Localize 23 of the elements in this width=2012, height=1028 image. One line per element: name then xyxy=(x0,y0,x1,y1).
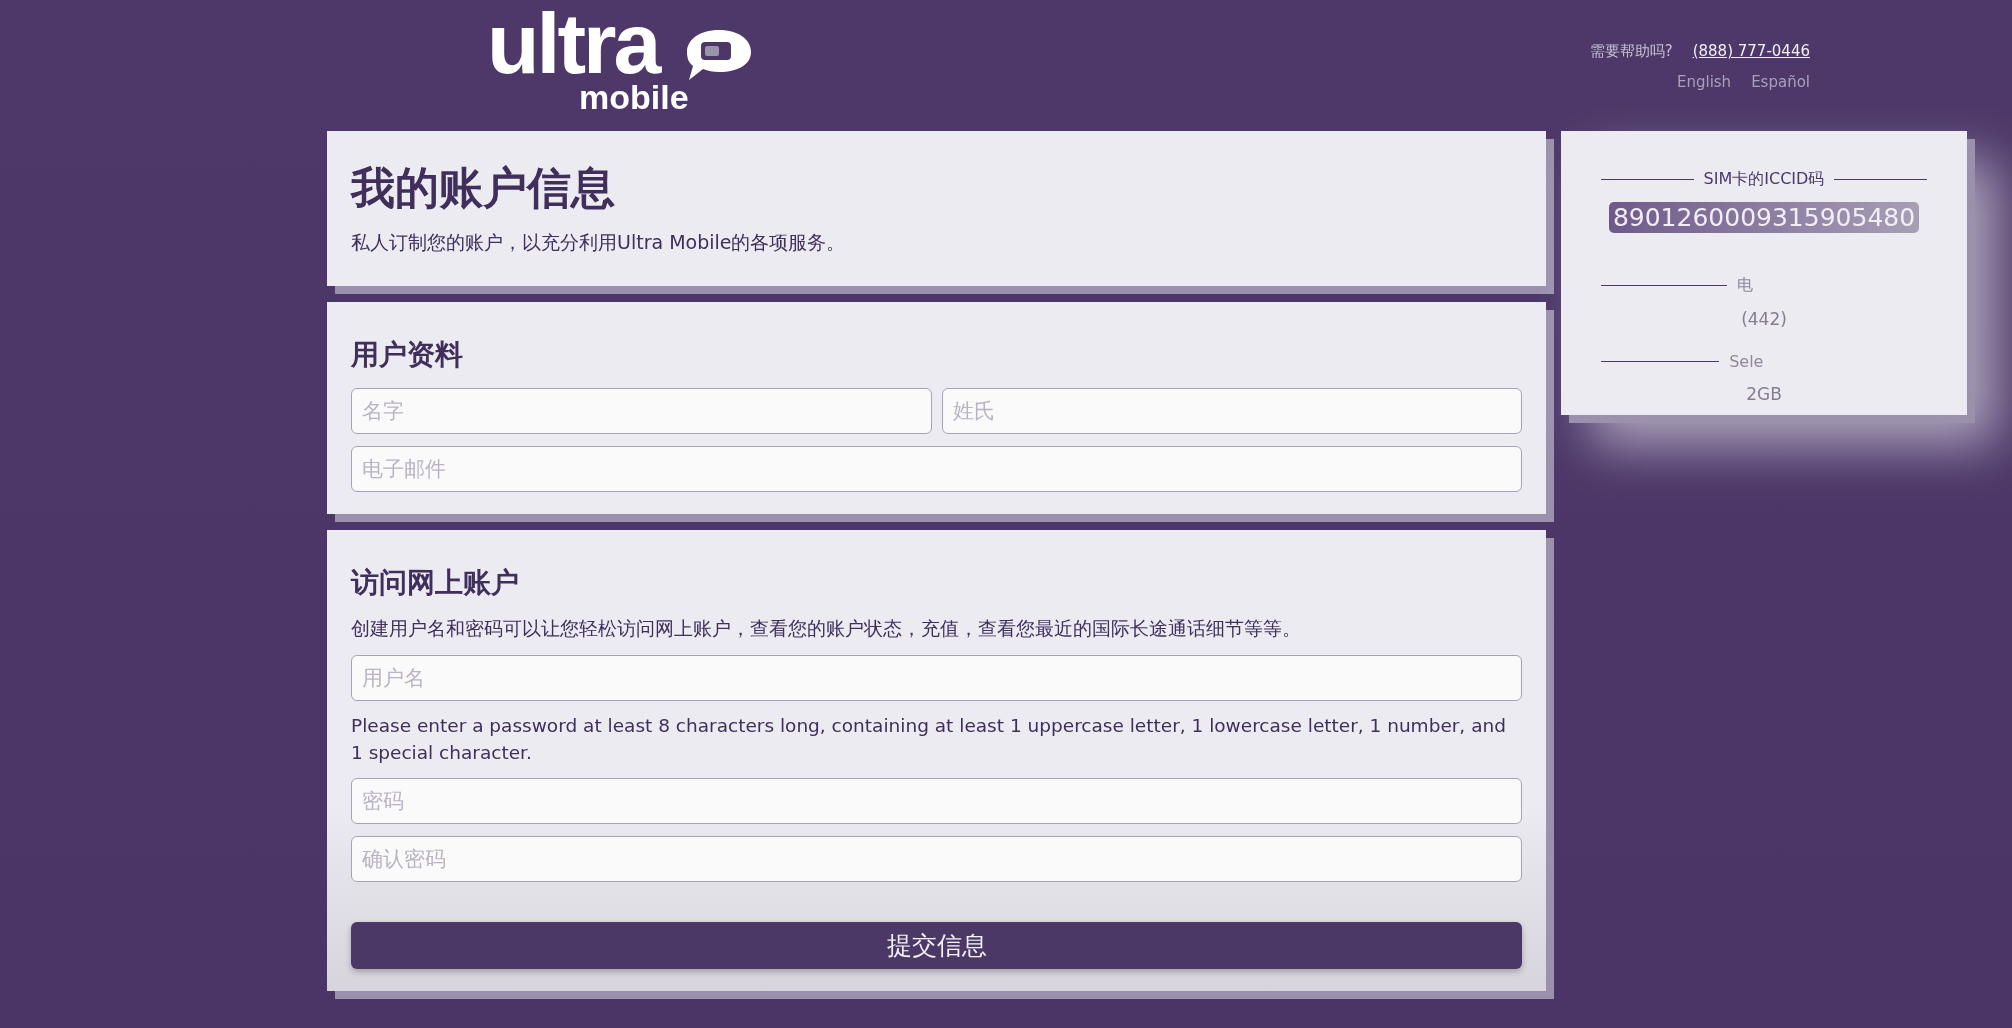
input-field[interactable]: 姓氏 xyxy=(941,388,1522,434)
sim-info-label: SIM卡的ICCID码 xyxy=(1703,169,1825,190)
password-hint: Please enter a password at least 8 characters long, containing at least 1 uppercase letter, 1 lowercase letter, 1 number, and 1 special character. xyxy=(351,713,1507,765)
page-subtitle: 私人订制您的账户，以充分利用Ultra Mobile的各项服务。 xyxy=(351,230,847,255)
section-description: 创建用户名和密码可以让您轻松访问网上账户，查看您的账户状态，充值，查看您最近的国际长途通话细节等等。 xyxy=(351,617,1302,641)
page-title: 我的账户信息 xyxy=(351,161,616,215)
help-text: 需要帮助吗? xyxy=(1589,42,1673,61)
username-field[interactable]: 用户名 xyxy=(351,654,1522,701)
sim-info-value: (442) xyxy=(1740,308,1788,330)
password-field[interactable]: 密码 xyxy=(351,778,1522,825)
section-title: 用户资料 xyxy=(351,337,464,373)
language-link[interactable]: Español xyxy=(1751,73,1810,91)
phone-link[interactable]: (888) 777-0446 xyxy=(1692,42,1810,61)
input-field[interactable]: 名字 xyxy=(351,388,932,434)
sim-info-value: 8901260009315905480 xyxy=(1608,202,1920,233)
input-field[interactable]: 电子邮件 xyxy=(351,446,1522,492)
sim-info-label: Sele xyxy=(1729,352,1764,371)
password-field[interactable]: 确认密码 xyxy=(351,836,1522,883)
submit-button[interactable]: 提交信息 xyxy=(351,922,1522,970)
language-link[interactable]: English xyxy=(1676,73,1732,91)
section-title: 访问网上账户 xyxy=(351,565,520,601)
sim-info-value: 2GB xyxy=(1745,383,1783,405)
sim-info-label: 电 xyxy=(1737,275,1754,296)
